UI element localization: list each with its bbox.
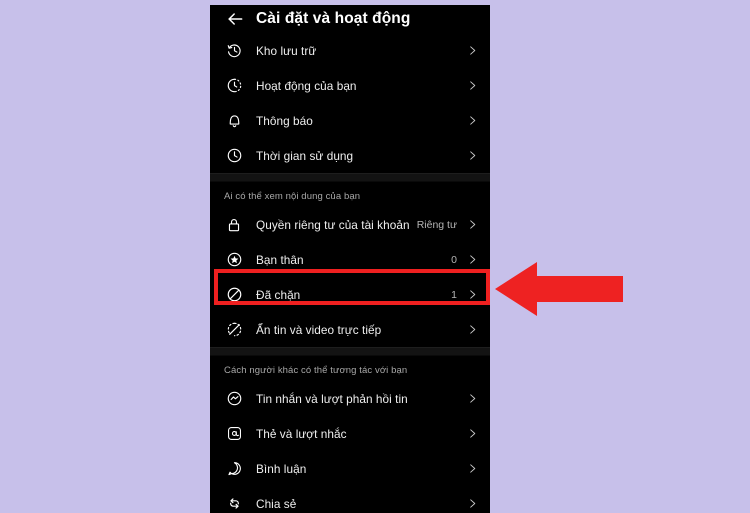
comment-bubble-icon xyxy=(224,459,244,479)
row-value: 1 xyxy=(451,288,457,301)
row-label: Thẻ và lượt nhắc xyxy=(256,426,347,441)
row-thong-bao[interactable]: Thông báo xyxy=(210,103,490,138)
row-label: Thời gian sử dụng xyxy=(256,148,354,163)
row-binh-luan[interactable]: Bình luận xyxy=(210,451,490,486)
section-divider xyxy=(210,347,490,356)
row-label: Ẩn tin và video trực tiếp xyxy=(256,322,382,337)
row-the-va-luot-nhac[interactable]: Thẻ và lượt nhắc xyxy=(210,416,490,451)
at-mention-icon xyxy=(224,424,244,444)
chevron-right-icon xyxy=(466,253,478,267)
app-header: Cài đặt và hoạt động xyxy=(210,5,490,33)
row-value: Riêng tư xyxy=(416,218,457,231)
section-top: Kho lưu trữ Hoạt động của bạn Thông báo … xyxy=(210,33,490,173)
row-ban-than[interactable]: Bạn thân 0 xyxy=(210,242,490,277)
settings-list[interactable]: Kho lưu trữ Hoạt động của bạn Thông báo … xyxy=(210,33,490,513)
row-kho-luu-tru[interactable]: Kho lưu trữ xyxy=(210,33,490,68)
messenger-icon xyxy=(224,389,244,409)
chevron-right-icon xyxy=(466,288,478,302)
dashed-clock-icon xyxy=(224,76,244,96)
clock-icon xyxy=(224,146,244,166)
row-label: Chia sẻ xyxy=(256,496,297,511)
archive-clock-icon xyxy=(224,41,244,61)
page-title: Cài đặt và hoạt động xyxy=(256,10,411,27)
block-icon xyxy=(224,285,244,305)
chevron-right-icon xyxy=(466,218,478,232)
section-how-others-interact: Cách người khác có thể tương tác với bạn… xyxy=(210,356,490,513)
row-label: Bình luận xyxy=(256,461,307,476)
chevron-right-icon xyxy=(466,44,478,58)
row-label: Tin nhắn và lượt phản hồi tin xyxy=(256,391,408,406)
row-da-chan[interactable]: Đã chặn 1 xyxy=(210,277,490,312)
chevron-right-icon xyxy=(466,149,478,163)
chevron-right-icon xyxy=(466,392,478,406)
section-header: Ai có thể xem nội dung của bạn xyxy=(224,191,361,202)
row-an-tin-va-video[interactable]: Ẩn tin và video trực tiếp xyxy=(210,312,490,347)
chevron-right-icon xyxy=(466,497,478,511)
row-label: Thông báo xyxy=(256,113,313,128)
chevron-right-icon xyxy=(466,79,478,93)
section-divider xyxy=(210,173,490,182)
row-hoat-dong-cua-ban[interactable]: Hoạt động của bạn xyxy=(210,68,490,103)
chevron-right-icon xyxy=(466,323,478,337)
row-thoi-gian-su-dung[interactable]: Thời gian sử dụng xyxy=(210,138,490,173)
row-value: 0 xyxy=(451,253,457,266)
row-label: Quyền riêng tư của tài khoản xyxy=(256,217,410,232)
bell-icon xyxy=(224,111,244,131)
chevron-right-icon xyxy=(466,462,478,476)
share-repost-icon xyxy=(224,494,244,513)
star-circle-icon xyxy=(224,250,244,270)
lock-icon xyxy=(224,215,244,235)
chevron-right-icon xyxy=(466,114,478,128)
row-chia-se[interactable]: Chia sẻ xyxy=(210,486,490,513)
section-who-can-see: Ai có thể xem nội dung của bạn Quyền riê… xyxy=(210,182,490,347)
row-label: Hoạt động của bạn xyxy=(256,78,357,93)
hide-story-icon xyxy=(224,320,244,340)
back-arrow-icon[interactable] xyxy=(224,8,246,30)
row-label: Bạn thân xyxy=(256,252,304,267)
row-tin-nhan[interactable]: Tin nhắn và lượt phản hồi tin xyxy=(210,381,490,416)
phone-screen: Cài đặt và hoạt động Kho lưu trữ Hoạt độ… xyxy=(210,0,490,513)
callout-arrow-icon xyxy=(495,258,623,320)
row-label: Kho lưu trữ xyxy=(256,43,317,58)
row-label: Đã chặn xyxy=(256,287,301,302)
chevron-right-icon xyxy=(466,427,478,441)
row-quyen-rieng-tu[interactable]: Quyền riêng tư của tài khoản Riêng tư xyxy=(210,207,490,242)
section-header: Cách người khác có thể tương tác với bạn xyxy=(224,365,408,376)
